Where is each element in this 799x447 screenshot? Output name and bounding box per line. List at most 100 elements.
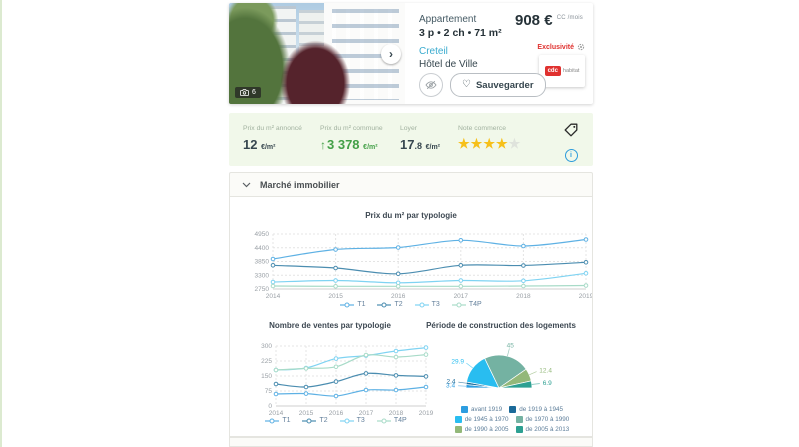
agency-logo: cdc habitat (539, 55, 585, 87)
chart1-legend: T1 T2 T3 T4P (230, 301, 592, 308)
legend-item-T4P[interactable]: T4P (451, 301, 482, 308)
star-icon: ★ (495, 136, 509, 151)
svg-text:75: 75 (265, 388, 273, 395)
save-button-label: Sauvegarder (475, 79, 534, 91)
chart1-title: Prix du m² par typologie (365, 211, 457, 220)
svg-text:0: 0 (268, 403, 272, 410)
pie-legend-item[interactable]: de 1945 à 1970 (454, 416, 509, 423)
svg-text:2.4: 2.4 (446, 379, 455, 386)
svg-text:3850: 3850 (255, 259, 270, 266)
listing-info: Appartement 3 p • 2 ch • 71 m² Creteil H… (405, 3, 593, 104)
construction-period-pie: 3.42.429.94512.46.9 (446, 343, 552, 390)
exclusivity-label: Exclusivité (537, 43, 574, 51)
property-specs: 3 p • 2 ch • 71 m² (419, 27, 502, 39)
exclusivity-badge: Exclusivité (533, 43, 585, 51)
market-section-header[interactable]: Marché immobilier (229, 172, 593, 197)
star-icon: ★ (470, 136, 484, 151)
star-icon: ★ (458, 136, 471, 151)
svg-text:6.9: 6.9 (543, 380, 552, 387)
agency-logo-name: habitat (562, 68, 580, 74)
pie-legend-item[interactable]: avant 1919 (461, 406, 502, 413)
stat-unit: €/m² (261, 144, 276, 151)
next-section-header-partial[interactable] (229, 437, 593, 447)
agency-logo-mark: cdc (544, 66, 561, 76)
svg-text:2015: 2015 (299, 410, 314, 417)
stat-label: Prix du m² commune (320, 125, 383, 132)
star-icon: ★ (508, 136, 522, 151)
svg-text:2018: 2018 (389, 410, 404, 417)
listing-actions: ♡ Sauvegarder (419, 73, 546, 97)
svg-text:2016: 2016 (329, 410, 344, 417)
star-rating: ★★★★★ (458, 137, 521, 150)
legend-item-T2[interactable]: T2 (302, 417, 328, 424)
trend-up-icon: ↑ (320, 138, 326, 152)
svg-text:2750: 2750 (255, 286, 270, 293)
stat-value: 12 (243, 137, 258, 152)
legend-item-T1[interactable]: T1 (340, 301, 365, 308)
pie-legend-item[interactable]: de 1970 à 1990 (515, 416, 569, 423)
stat-price-commune: Prix du m² commune ↑3 378 €/m² (320, 125, 383, 152)
svg-text:2019: 2019 (579, 293, 592, 300)
svg-text:45: 45 (507, 343, 515, 350)
svg-text:4400: 4400 (255, 245, 270, 252)
info-icon[interactable]: i (564, 149, 578, 162)
star-icon: ★ (483, 136, 496, 151)
legend-item-T4P[interactable]: T4P (376, 417, 407, 424)
stat-rent: Loyer 17.8 €/m² (400, 125, 440, 152)
listing-card: 6 › Appartement 3 p • 2 ch • 71 m² Crete… (229, 3, 593, 104)
stat-price-announced: Prix du m² annoncé 12 €/m² (243, 125, 302, 152)
svg-text:150: 150 (261, 373, 272, 380)
price-suffix: CC /mois (556, 15, 583, 21)
photo-count-badge: 6 (235, 87, 261, 98)
stat-value: 3 378 (327, 137, 360, 152)
svg-text:29.9: 29.9 (451, 358, 464, 365)
hide-listing-button[interactable] (419, 73, 443, 97)
eye-slash-icon (425, 80, 437, 90)
photo-next-button[interactable]: › (381, 44, 401, 64)
legend-item-T3[interactable]: T3 (414, 301, 440, 308)
pie-legend-item[interactable]: de 1919 à 1945 (509, 406, 563, 413)
stat-decimal: .8 (414, 141, 422, 151)
svg-text:12.4: 12.4 (539, 367, 552, 374)
city-link[interactable]: Creteil (419, 46, 448, 57)
page-edge-accent (0, 0, 2, 447)
camera-icon (240, 89, 249, 96)
stat-unit: €/m² (363, 144, 378, 151)
legend-item-T3[interactable]: T3 (339, 417, 365, 424)
legend-item-T1[interactable]: T1 (265, 417, 290, 424)
svg-text:2014: 2014 (266, 293, 281, 300)
svg-text:3300: 3300 (255, 272, 270, 279)
photo-count: 6 (252, 89, 256, 96)
market-panel: Prix du m² par typologie 2750 3300 3850 440… (229, 197, 593, 437)
svg-text:225: 225 (261, 358, 272, 365)
property-type: Appartement (419, 14, 477, 25)
district-label: Hôtel de Ville (419, 59, 478, 70)
market-section-title: Marché immobilier (260, 179, 340, 190)
listing-photo[interactable]: 6 › (229, 3, 405, 104)
chevron-down-icon (242, 182, 251, 187)
heart-icon: ♡ (462, 79, 471, 90)
stat-label: Note commerce (458, 125, 506, 132)
stats-icons: i (561, 122, 581, 162)
pie-legend-item[interactable]: de 1990 à 2005 (454, 426, 509, 433)
svg-text:2019: 2019 (419, 410, 434, 417)
save-button[interactable]: ♡ Sauvegarder (450, 73, 546, 97)
sales-typology-chart: 0 75 150 225 300 2014 2015 2016 2017 2018 2019 (261, 343, 434, 417)
stat-unit: €/m² (425, 144, 441, 151)
stat-label: Loyer (400, 125, 418, 132)
svg-text:4950: 4950 (255, 231, 270, 238)
chart2-legend: T1 T2 T3 T4P (230, 417, 442, 424)
price-tag-icon[interactable] (563, 122, 579, 138)
pie-title: Période de construction des logements (426, 321, 576, 330)
price-value: 908 € (515, 12, 553, 29)
stat-label: Prix du m² annoncé (243, 125, 302, 132)
svg-text:2016: 2016 (391, 293, 406, 300)
stat-value: 17 (400, 137, 415, 152)
gear-icon[interactable] (577, 43, 585, 51)
svg-text:300: 300 (261, 343, 272, 350)
svg-text:2015: 2015 (328, 293, 343, 300)
pie-legend-item[interactable]: de 2005 à 2013 (515, 426, 569, 433)
price-label: 908 € CC /mois (515, 12, 583, 29)
price-typology-chart: 2750 3300 3850 4400 4950 2014 2015 2016 2017 2018… (255, 231, 592, 300)
legend-item-T2[interactable]: T2 (377, 301, 403, 308)
